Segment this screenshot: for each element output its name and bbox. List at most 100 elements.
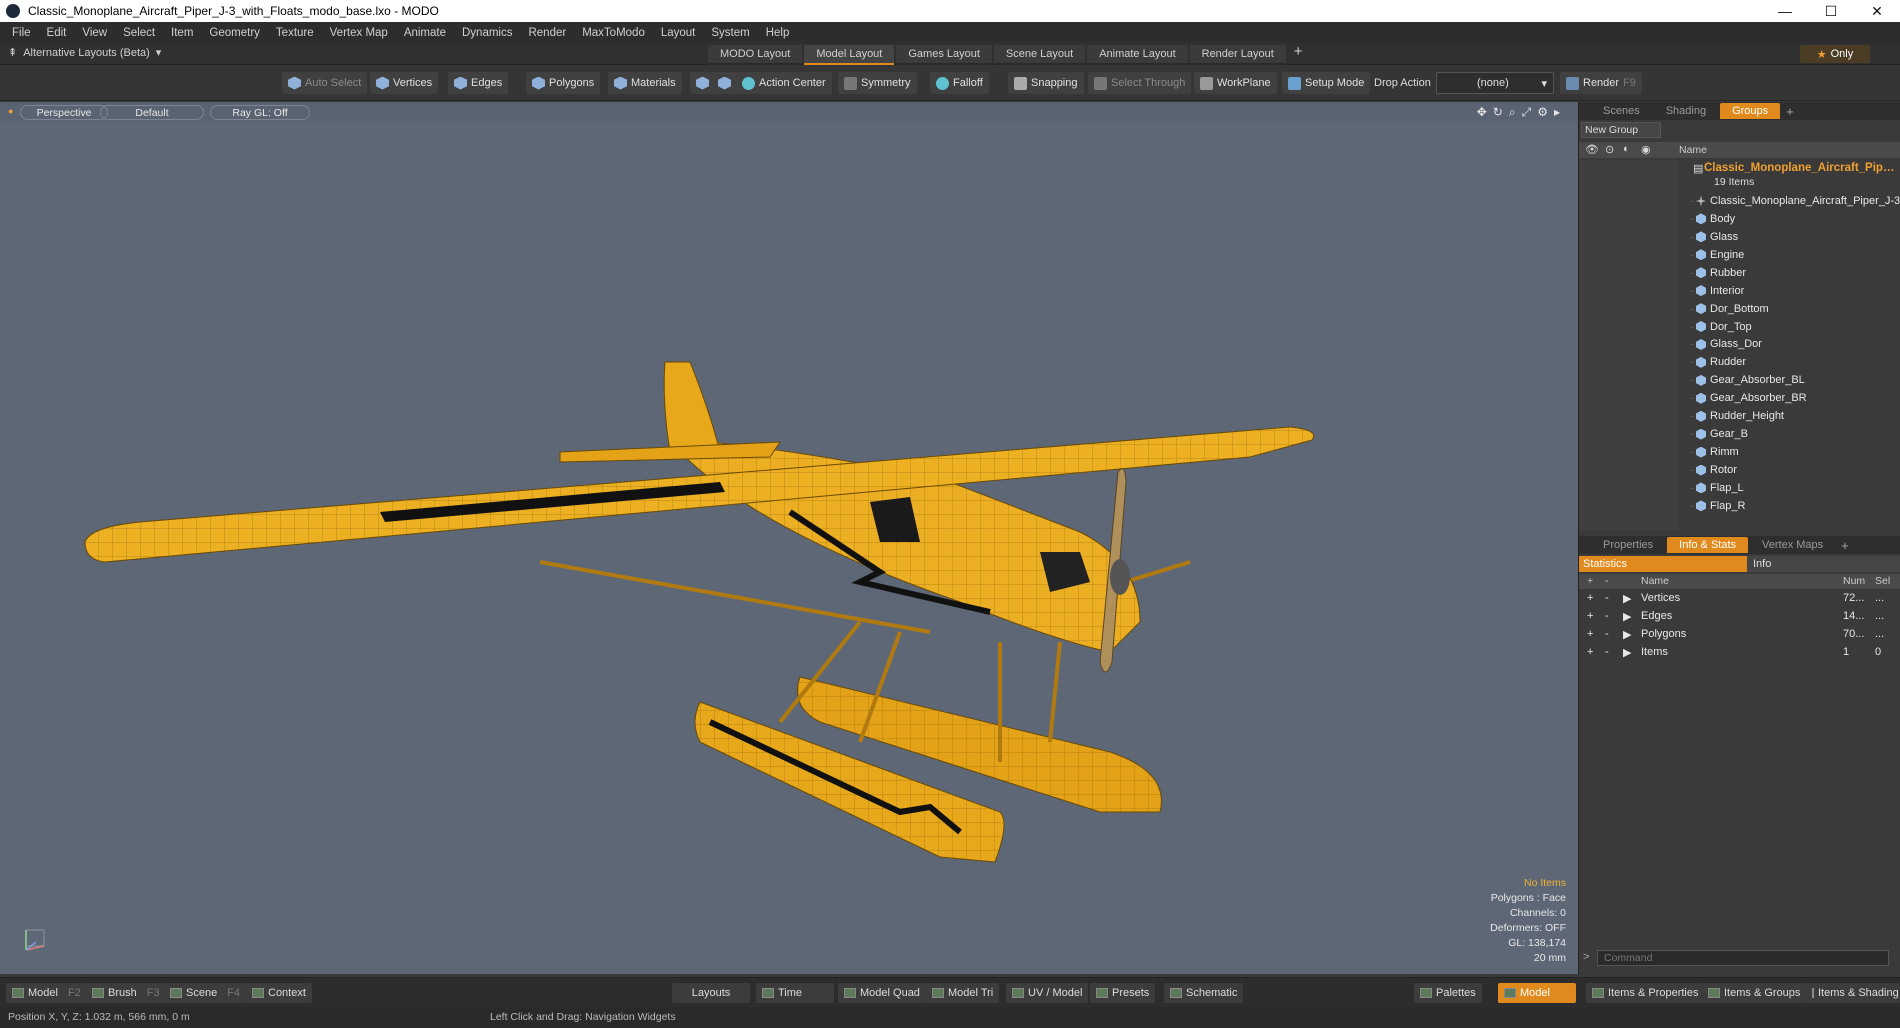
snapping-button[interactable]: Snapping bbox=[1008, 72, 1084, 94]
tab-scene-layout[interactable]: Scene Layout bbox=[993, 45, 1086, 65]
polygons-mode-button[interactable]: Polygons bbox=[526, 72, 601, 94]
command-expand-icon[interactable]: > bbox=[1583, 951, 1589, 963]
new-group-button[interactable]: New Group bbox=[1581, 122, 1661, 138]
list-item[interactable]: - Gear_Absorber_BL bbox=[1579, 371, 1900, 389]
tab-groups[interactable]: Groups bbox=[1720, 103, 1781, 119]
tab-info-stats[interactable]: Info & Stats bbox=[1667, 537, 1749, 553]
rotate-view-icon[interactable]: ↻ bbox=[1493, 105, 1503, 120]
layouts-button[interactable]: Layouts bbox=[672, 983, 750, 1003]
list-item[interactable]: - Dor_Bottom bbox=[1579, 300, 1900, 318]
maximize-button[interactable]: ☐ bbox=[1808, 0, 1854, 22]
list-item[interactable]: - Body bbox=[1579, 210, 1900, 228]
model-mode-button[interactable]: Model F2 bbox=[6, 983, 87, 1003]
list-item[interactable]: -Classic_Monoplane_Aircraft_Piper_J-3_wi… bbox=[1579, 192, 1900, 210]
add-tab-plus-icon[interactable]: + bbox=[1837, 538, 1853, 553]
close-button[interactable]: ✕ bbox=[1854, 0, 1900, 22]
3d-viewport[interactable]: ● Perspective Default Ray GL: Off ✥ ↻ ⌕ … bbox=[0, 102, 1578, 974]
render-button[interactable]: Render F9 bbox=[1560, 72, 1642, 94]
palettes-button[interactable]: Palettes bbox=[1414, 983, 1482, 1003]
alternative-layouts-dropdown[interactable]: ⇞ Alternative Layouts (Beta) ▾ bbox=[8, 46, 161, 60]
menu-vertex-map[interactable]: Vertex Map bbox=[322, 27, 396, 39]
menu-render[interactable]: Render bbox=[520, 27, 574, 39]
lock-icon[interactable]: ⊙ bbox=[1605, 143, 1614, 156]
render-toggle-icon[interactable]: ◐ bbox=[1623, 143, 1630, 155]
presets-button[interactable]: Presets bbox=[1090, 983, 1156, 1003]
select-through-button[interactable]: Select Through bbox=[1088, 72, 1192, 94]
fit-view-icon[interactable]: ⤢ bbox=[1522, 105, 1532, 120]
menu-file[interactable]: File bbox=[4, 27, 39, 39]
tab-vertex-maps[interactable]: Vertex Maps bbox=[1750, 537, 1835, 553]
materials-mode-button[interactable]: Materials bbox=[608, 72, 682, 94]
menu-item[interactable]: Item bbox=[163, 27, 201, 39]
list-item[interactable]: - Gear_B bbox=[1579, 425, 1900, 443]
falloff-button[interactable]: Falloff bbox=[930, 72, 989, 94]
table-row[interactable]: + - ▶ Edges 14... ... bbox=[1579, 608, 1900, 626]
expand-arrow-icon[interactable]: ▶ bbox=[1623, 592, 1631, 605]
list-item[interactable]: - Rudder bbox=[1579, 353, 1900, 371]
select-tool-button-b[interactable] bbox=[712, 72, 737, 94]
add-icon[interactable]: + bbox=[1587, 610, 1593, 622]
list-item[interactable]: - Glass bbox=[1579, 228, 1900, 246]
auto-select-button[interactable]: Auto Select bbox=[282, 72, 368, 94]
items-properties-button[interactable]: Items & Properties bbox=[1586, 983, 1705, 1003]
list-item[interactable]: - Rotor bbox=[1579, 461, 1900, 479]
move-view-icon[interactable]: ✥ bbox=[1477, 105, 1487, 120]
items-groups-button[interactable]: Items & Groups bbox=[1702, 983, 1807, 1003]
add-tab-plus-icon[interactable]: + bbox=[1782, 104, 1798, 119]
select-toggle-icon[interactable]: ◉ bbox=[1641, 143, 1651, 156]
table-row[interactable]: + - ▶ Vertices 72... ... bbox=[1579, 590, 1900, 608]
raygl-dropdown[interactable]: Ray GL: Off bbox=[210, 105, 310, 120]
list-item[interactable]: - Gear_Absorber_BR bbox=[1579, 389, 1900, 407]
remove-icon[interactable]: - bbox=[1605, 646, 1609, 658]
schematic-button[interactable]: Schematic bbox=[1164, 983, 1244, 1003]
tab-model-layout[interactable]: Model Layout bbox=[804, 45, 895, 65]
model-tri-button[interactable]: Model Tri bbox=[926, 983, 1000, 1003]
menu-texture[interactable]: Texture bbox=[268, 27, 322, 39]
menu-layout[interactable]: Layout bbox=[653, 27, 704, 39]
remove-icon[interactable]: - bbox=[1605, 610, 1609, 622]
view-type-dropdown[interactable]: Perspective bbox=[20, 105, 108, 120]
drop-action-select[interactable]: (none) ▾ bbox=[1436, 72, 1554, 94]
only-toggle-button[interactable]: ★ Only bbox=[1800, 45, 1870, 63]
add-icon[interactable]: + bbox=[1587, 592, 1593, 604]
edges-mode-button[interactable]: Edges bbox=[448, 72, 509, 94]
expand-right-icon[interactable]: ▸ bbox=[1554, 105, 1560, 120]
add-icon[interactable]: + bbox=[1587, 628, 1593, 640]
menu-geometry[interactable]: Geometry bbox=[201, 27, 268, 39]
list-item[interactable]: - Flap_L bbox=[1579, 479, 1900, 497]
command-input[interactable] bbox=[1597, 950, 1889, 966]
menu-dynamics[interactable]: Dynamics bbox=[454, 27, 520, 39]
expand-arrow-icon[interactable]: ▶ bbox=[1623, 646, 1631, 659]
tab-games-layout[interactable]: Games Layout bbox=[896, 45, 992, 65]
shading-dropdown[interactable]: Default bbox=[100, 105, 204, 120]
symmetry-button[interactable]: Symmetry bbox=[838, 72, 917, 94]
add-icon[interactable]: + bbox=[1587, 646, 1593, 658]
menu-select[interactable]: Select bbox=[115, 27, 163, 39]
brush-mode-button[interactable]: Brush F3 bbox=[86, 983, 166, 1003]
tab-properties[interactable]: Properties bbox=[1591, 537, 1665, 553]
list-item[interactable]: - Dor_Top bbox=[1579, 318, 1900, 336]
tab-animate-layout[interactable]: Animate Layout bbox=[1087, 45, 1188, 65]
menu-edit[interactable]: Edit bbox=[39, 27, 75, 39]
context-button[interactable]: Context bbox=[246, 983, 312, 1003]
menu-view[interactable]: View bbox=[74, 27, 115, 39]
info-tab[interactable]: Info bbox=[1747, 556, 1900, 572]
expand-arrow-icon[interactable]: ▶ bbox=[1623, 610, 1631, 623]
model-layout-active-button[interactable]: Model bbox=[1498, 983, 1576, 1003]
menu-help[interactable]: Help bbox=[758, 27, 798, 39]
list-item[interactable]: - Rubber bbox=[1579, 264, 1900, 282]
zoom-view-icon[interactable]: ⌕ bbox=[1509, 105, 1516, 120]
workplane-button[interactable]: WorkPlane bbox=[1194, 72, 1277, 94]
model-quad-button[interactable]: Model Quad bbox=[838, 983, 926, 1003]
table-row[interactable]: + - ▶ Polygons 70... ... bbox=[1579, 626, 1900, 644]
list-item[interactable]: - Interior bbox=[1579, 282, 1900, 300]
uv-model-button[interactable]: UV / Model bbox=[1006, 983, 1089, 1003]
action-center-button[interactable]: Action Center bbox=[736, 72, 832, 94]
statistics-tab[interactable]: Statistics bbox=[1579, 556, 1747, 572]
minimize-button[interactable]: — bbox=[1762, 0, 1808, 22]
expand-arrow-icon[interactable]: ▶ bbox=[1623, 628, 1631, 641]
list-item[interactable]: - Rudder_Height bbox=[1579, 407, 1900, 425]
menu-maxtomodo[interactable]: MaxToModo bbox=[574, 27, 653, 39]
tab-shading[interactable]: Shading bbox=[1654, 103, 1718, 119]
menu-system[interactable]: System bbox=[703, 27, 757, 39]
